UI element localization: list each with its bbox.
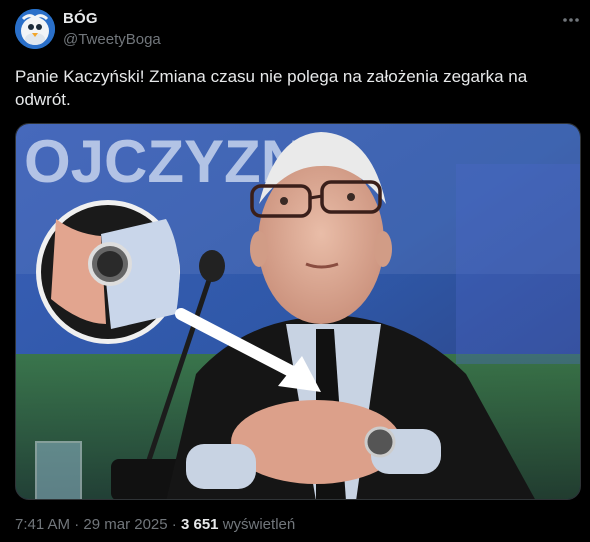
media-image: OJCZYZNA	[16, 124, 580, 499]
views-label: wyświetleń	[222, 516, 296, 533]
tweet-media-photo[interactable]: OJCZYZNA	[15, 123, 581, 500]
tweet: BÓG @TweetyBoga Panie Kaczyński! Zmiana …	[0, 0, 590, 542]
meta-separator: ·	[74, 516, 80, 533]
more-dots-icon	[563, 18, 579, 22]
meta-separator-2: ·	[171, 516, 177, 533]
tweet-time[interactable]: 7:41 AM	[15, 516, 70, 533]
tweet-meta: 7:41 AM · 29 mar 2025 · 3 651 wyświetleń	[15, 516, 295, 533]
more-options-button[interactable]	[560, 10, 582, 30]
tweet-date[interactable]: 29 mar 2025	[83, 516, 167, 533]
tweet-text: Panie Kaczyński! Zmiana czasu nie polega…	[15, 67, 528, 109]
author-handle[interactable]: @TweetyBoga	[63, 31, 161, 48]
views-count: 3 651	[180, 516, 219, 533]
author-display-name[interactable]: BÓG	[63, 10, 98, 27]
avatar[interactable]	[15, 9, 55, 49]
bird-avatar-icon	[15, 9, 55, 49]
